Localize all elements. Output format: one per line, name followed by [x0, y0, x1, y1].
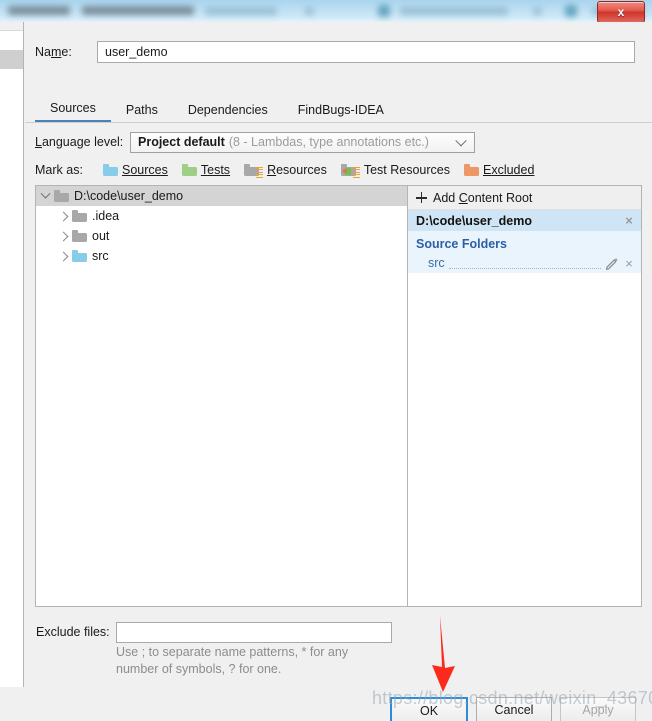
exclude-files-row: Exclude files: [35, 620, 642, 644]
tab-bar: Sources Paths Dependencies FindBugs-IDEA [35, 99, 652, 122]
dialog-body: Name: Sources Paths Dependencies FindBug… [0, 22, 652, 721]
add-content-root-label: Add Content Root [433, 190, 533, 205]
left-sidebar-strip [0, 22, 24, 687]
dialog-button-bar: OK Cancel Apply [25, 697, 652, 721]
folder-icon [72, 230, 87, 242]
chevron-right-icon[interactable] [54, 251, 72, 261]
chevron-down-icon [455, 135, 467, 147]
tree-row-label: D:\code\user_demo [74, 189, 184, 203]
content-root-path: D:\code\user_demo [416, 213, 533, 228]
dialog-window: x Name: Sources Paths Dependencies FindB… [0, 0, 652, 721]
tree-row-label: .idea [92, 209, 120, 223]
tab-paths[interactable]: Paths [111, 103, 173, 122]
titlebar-blurred-text [205, 7, 277, 15]
mark-as-test-resources-button[interactable]: Test Resources [340, 163, 450, 178]
remove-content-root-icon[interactable]: × [621, 213, 637, 228]
mark-as-row: Mark as: Sources Tests Resources Test Re… [25, 158, 652, 182]
exclude-files-section: Exclude files: Use ; to separate name pa… [35, 620, 642, 678]
name-label: Name: [35, 45, 72, 59]
mark-as-test-resources-label: Test Resources [363, 163, 450, 177]
source-folder-name: src [428, 256, 445, 270]
folder-icon [54, 190, 69, 202]
language-level-select[interactable]: Project default (8 - Lambdas, type annot… [130, 131, 475, 153]
content-root-detail-pane: Add Content Root D:\code\user_demo × Sou… [408, 186, 641, 606]
chevron-right-icon[interactable] [54, 231, 72, 241]
close-icon[interactable]: x [597, 1, 645, 22]
mark-as-excluded-button[interactable]: Excluded [463, 163, 535, 177]
dialog-main-panel: Name: Sources Paths Dependencies FindBug… [25, 22, 652, 721]
plus-icon [416, 192, 427, 203]
tree-row[interactable]: D:\code\user_demo [36, 186, 407, 206]
folder-sources-icon [72, 250, 87, 262]
chevron-right-icon[interactable] [54, 211, 72, 221]
folder-test-resources-icon [340, 164, 360, 178]
mark-as-sources-button[interactable]: Sources [103, 163, 168, 177]
titlebar-blurred-text [305, 7, 314, 15]
tab-findbugs-idea[interactable]: FindBugs-IDEA [283, 103, 399, 122]
exclude-hint-line-2: number of symbols, ? for one. [116, 662, 282, 676]
tree-row[interactable]: out [36, 226, 407, 246]
ok-button[interactable]: OK [390, 697, 468, 721]
close-icon-glyph: x [617, 5, 625, 19]
folder-resources-icon [244, 164, 264, 178]
exclude-files-hint: Use ; to separate name patterns, * for a… [116, 644, 416, 678]
mark-as-tests-label: Tests [200, 163, 231, 177]
titlebar-blurred-text [82, 6, 194, 15]
sidebar-row-selected[interactable] [0, 50, 23, 69]
name-input[interactable] [97, 41, 635, 63]
tab-bar-divider [25, 122, 652, 123]
content-split-area: D:\code\user_demo .idea out src Add Cont… [35, 185, 642, 607]
tree-row[interactable]: .idea [36, 206, 407, 226]
window-titlebar: x [0, 0, 652, 22]
tree-row-label: out [92, 229, 110, 243]
tree-row[interactable]: src [36, 246, 407, 266]
sidebar-row[interactable] [0, 31, 23, 50]
add-content-root-button[interactable]: Add Content Root [408, 186, 641, 210]
language-level-label: Language level: [35, 135, 124, 149]
language-level-value: Project default [138, 135, 225, 149]
titlebar-blurred-icon [378, 5, 390, 17]
source-folder-filler [448, 267, 601, 269]
folder-icon [72, 210, 87, 222]
titlebar-blurred-text [8, 6, 70, 15]
edit-pencil-icon[interactable] [605, 256, 619, 270]
language-level-detail: (8 - Lambdas, type annotations etc.) [228, 135, 429, 149]
language-level-row: Language level: Project default (8 - Lam… [25, 130, 652, 154]
exclude-files-input[interactable] [116, 621, 392, 643]
tab-dependencies[interactable]: Dependencies [173, 103, 283, 122]
source-folders-header: Source Folders [408, 231, 641, 253]
tree-row-label: src [92, 249, 109, 263]
mark-as-label: Mark as: [35, 163, 83, 177]
folder-sources-icon [103, 164, 118, 176]
folder-tests-icon [181, 164, 197, 176]
apply-button[interactable]: Apply [560, 697, 636, 721]
exclude-files-label: Exclude files: [36, 625, 110, 639]
mark-as-resources-label: Resources [267, 163, 327, 177]
cancel-button[interactable]: Cancel [476, 697, 552, 721]
mark-as-excluded-label: Excluded [482, 163, 535, 177]
content-root-tree: D:\code\user_demo .idea out src [36, 186, 408, 606]
chevron-down-icon[interactable] [36, 188, 54, 200]
mark-as-tests-button[interactable]: Tests [181, 163, 231, 177]
titlebar-blurred-icon [565, 5, 577, 17]
mark-as-resources-button[interactable]: Resources [244, 163, 327, 178]
source-folder-item[interactable]: src × [408, 253, 641, 273]
content-root-path-row[interactable]: D:\code\user_demo × [408, 210, 641, 231]
sidebar-top-padding [0, 22, 23, 31]
name-row: Name: [25, 37, 652, 67]
mark-as-sources-label: Sources [122, 163, 168, 177]
folder-excluded-icon [463, 164, 479, 176]
tab-sources[interactable]: Sources [35, 101, 111, 122]
titlebar-blurred-text [400, 7, 508, 15]
titlebar-blurred-text [533, 7, 542, 15]
remove-source-folder-icon[interactable]: × [621, 256, 637, 271]
exclude-hint-line-1: Use ; to separate name patterns, * for a… [116, 645, 349, 659]
